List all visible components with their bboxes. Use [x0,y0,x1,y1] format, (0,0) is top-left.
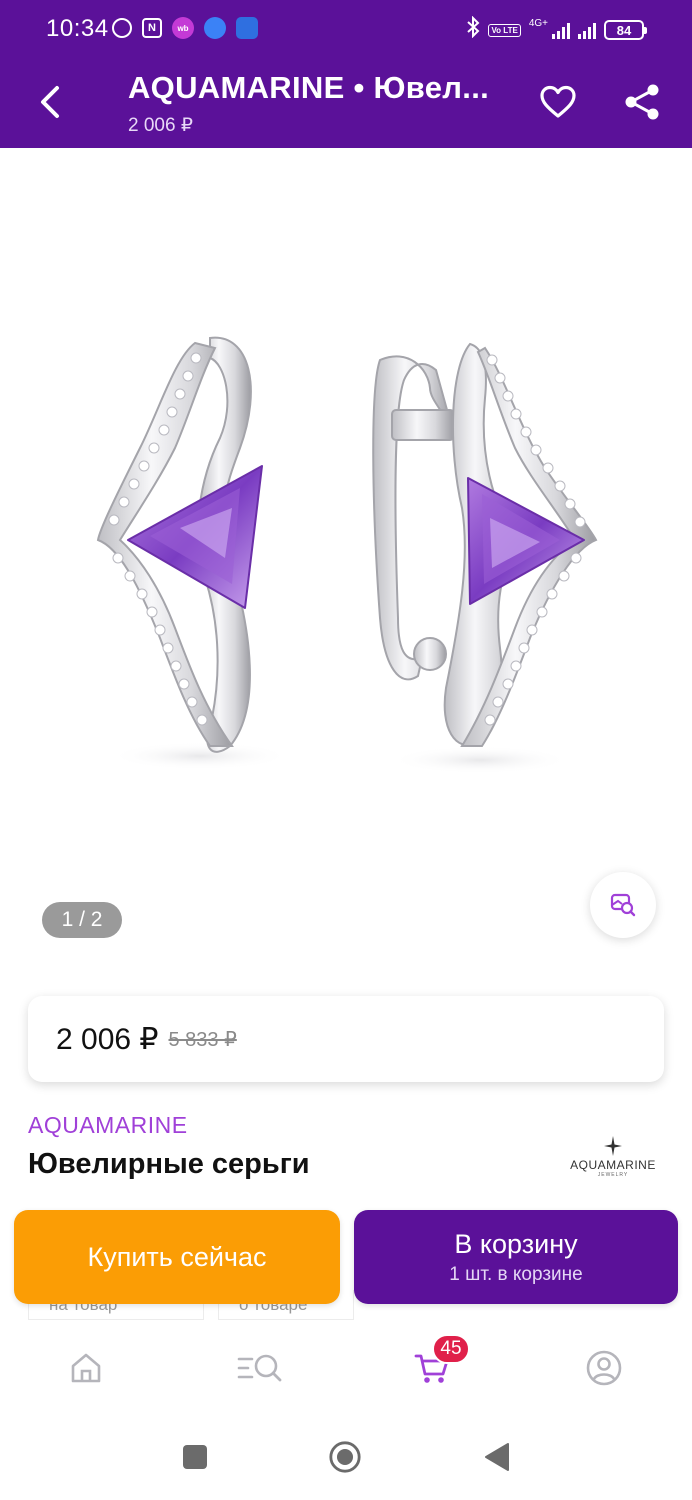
add-to-cart-button[interactable]: В корзину 1 шт. в корзине [354,1210,678,1304]
circle-icon [329,1441,361,1473]
brand-logo-text: AQUAMARINE [570,1158,656,1172]
triangle-back-icon [485,1443,509,1471]
status-time: 10:34 [46,15,109,42]
back-arrow-icon [41,86,59,118]
catalog-search-icon [237,1354,282,1382]
profile-icon [586,1350,622,1386]
volte-icon: Vo LTE [488,23,521,37]
buy-now-button[interactable]: Купить сейчас [14,1210,340,1304]
earrings-photo [96,336,598,774]
brand-link[interactable]: AQUAMARINE [28,1112,188,1139]
image-search-icon [610,893,636,917]
notification-icons: N wb [112,17,258,39]
nfc-icon: N [142,18,162,38]
wb-app-icon: wb [172,17,194,39]
alarm-icon [112,18,132,38]
battery-icon: 84 [604,20,647,40]
home-system-button[interactable] [328,1440,362,1474]
product-image-gallery[interactable] [0,148,692,948]
sparkle-icon [604,1136,622,1156]
add-to-cart-label: В корзину [454,1228,578,1259]
image-counter: 1 / 2 [42,902,122,938]
share-icon [625,84,659,120]
home-icon [71,1353,101,1383]
bottom-navigation: 45 [0,1320,692,1410]
header-title: AQUAMARINE • Ювел... [128,70,490,105]
app-header: AQUAMARINE • Ювел... 2 006 ₽ [0,58,692,148]
system-navigation-bar [0,1410,692,1500]
message-app-icon [204,17,226,39]
square-icon [183,1445,207,1469]
back-system-button[interactable] [480,1440,514,1474]
signal-strength-2-icon [578,21,596,39]
recent-apps-button[interactable] [178,1440,212,1474]
status-bar: 10:34 N wb Vo LTE 4G+ 84 [0,0,692,58]
brand-logo-subtext: JEWELRY [597,1172,629,1178]
product-title: Ювелирные серьги [28,1148,310,1180]
old-price: 5 833 ₽ [168,1028,237,1051]
current-price: 2 006 ₽ [56,1022,159,1056]
favorite-button[interactable] [536,80,580,124]
cart-count-badge: 45 [432,1334,470,1364]
calendar-app-icon [236,17,258,39]
cart-quantity-label: 1 шт. в корзине [449,1263,583,1285]
search-similar-button[interactable] [590,872,656,938]
product-screen: 10:34 N wb Vo LTE 4G+ 84 AQUAMARINE • Юв… [0,0,692,1500]
nav-catalog[interactable] [236,1344,284,1392]
back-button[interactable] [30,80,70,124]
price-card: 2 006 ₽ 5 833 ₽ [28,996,664,1082]
bluetooth-icon [466,15,480,44]
share-button[interactable] [620,80,664,124]
heart-icon [540,85,576,118]
brand-logo[interactable]: AQUAMARINE JEWELRY [560,1136,666,1186]
nav-profile[interactable] [580,1344,628,1392]
signal-strength-icon [552,21,570,39]
system-icons: Vo LTE 4G+ 84 [466,15,647,44]
header-price: 2 006 ₽ [128,115,193,136]
network-type-label: 4G+ [528,17,548,29]
nav-home[interactable] [62,1344,110,1392]
